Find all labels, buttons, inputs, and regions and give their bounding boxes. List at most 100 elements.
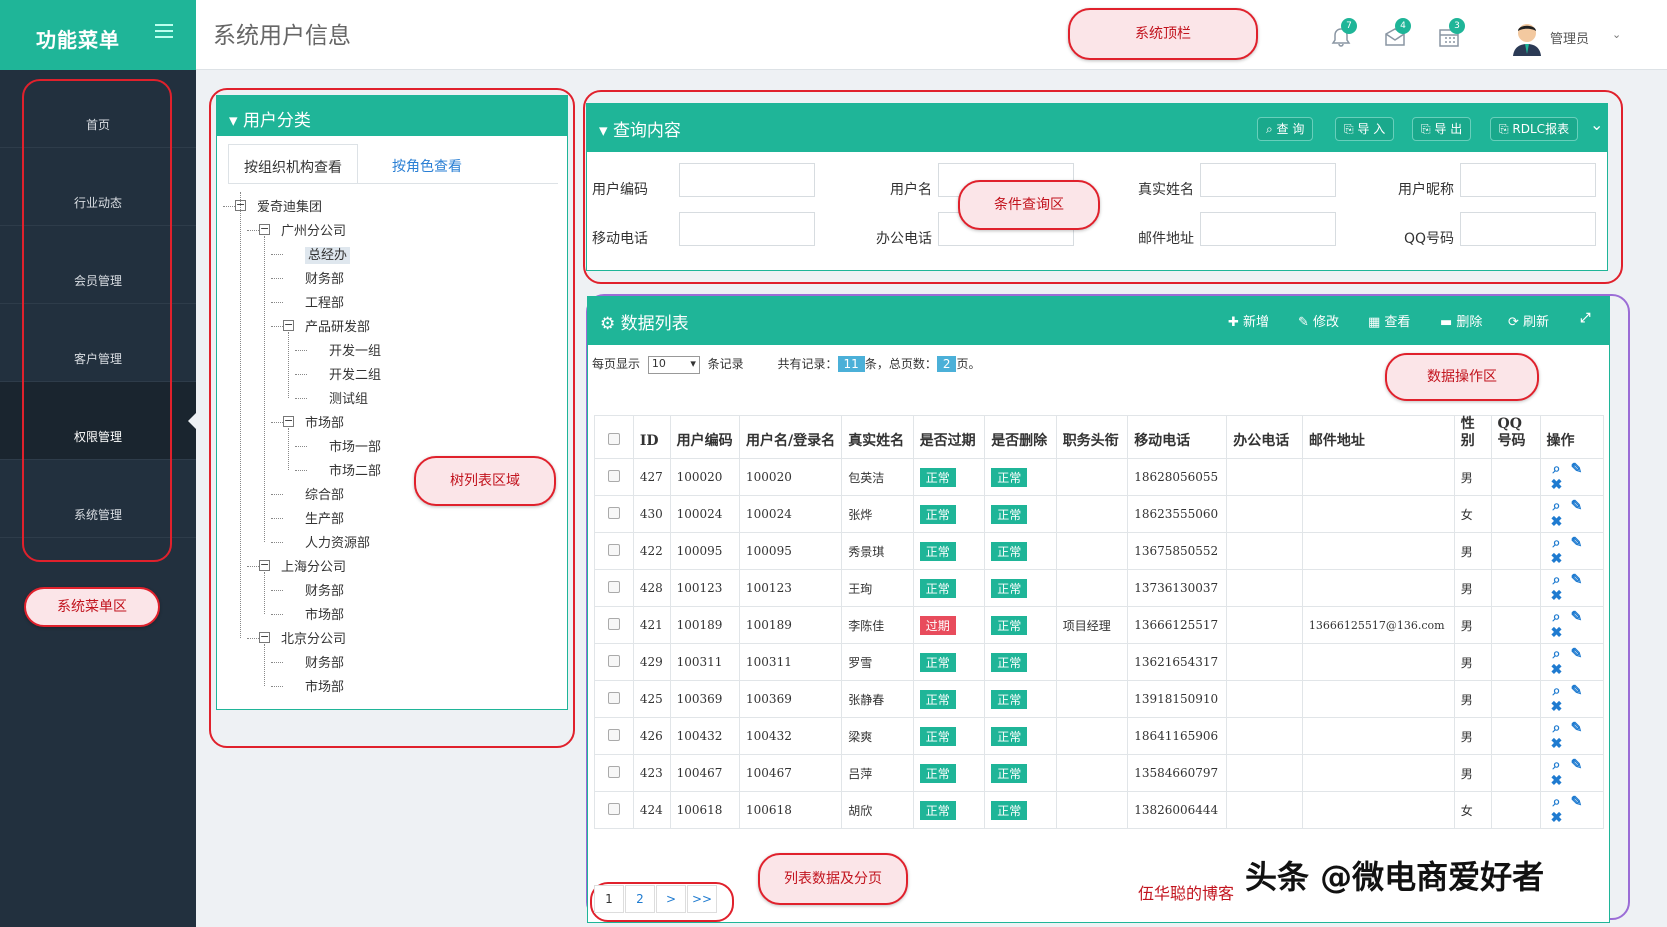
view-icon[interactable]: ⌕ (1547, 757, 1567, 773)
column-header[interactable]: 性别 (1453, 415, 1492, 459)
row-checkbox[interactable] (607, 728, 620, 741)
row-checkbox[interactable] (607, 654, 620, 667)
tree-node[interactable]: 市场部 (300, 604, 344, 624)
delete-icon[interactable]: ✖ (1547, 477, 1567, 493)
tree-node[interactable]: 爱奇迪集团 (252, 196, 322, 216)
column-header[interactable]: 职务头衔 (1055, 415, 1129, 459)
page-button-2[interactable]: > (656, 885, 686, 913)
edit-icon[interactable]: ✎ (1567, 683, 1587, 699)
edit-icon[interactable]: ✎ (1567, 609, 1587, 625)
query-input-6[interactable] (1200, 212, 1336, 246)
row-checkbox[interactable] (607, 802, 620, 815)
tree-node[interactable]: 产品研发部 (300, 316, 370, 336)
tree-node[interactable]: 上海分公司 (276, 556, 346, 576)
search-button[interactable]: ⌕ 查 询 (1257, 117, 1314, 141)
view-icon[interactable]: ⌕ (1547, 683, 1567, 699)
row-checkbox[interactable] (607, 469, 620, 482)
row-checkbox[interactable] (607, 506, 620, 519)
tab-by-role[interactable]: 按角色查看 (362, 144, 492, 184)
query-input-2[interactable] (1200, 163, 1336, 197)
column-header[interactable]: 操作 (1539, 415, 1605, 459)
tree-node[interactable]: 综合部 (300, 484, 344, 504)
view-icon[interactable]: ⌕ (1547, 609, 1567, 625)
table-row[interactable]: 422 100095 100095 秀景琪 正常 正常 13675850552 男 ⌕ ✎✖ (594, 532, 1605, 570)
column-header[interactable]: QQ号码 (1490, 415, 1541, 459)
table-row[interactable]: 430 100024 100024 张烨 正常 正常 18623555060 女 ⌕ ✎✖ (594, 495, 1605, 533)
view-icon[interactable]: ⌕ (1547, 794, 1567, 810)
delete-icon[interactable]: ✖ (1547, 662, 1567, 678)
table-row[interactable]: 423 100467 100467 吕萍 正常 正常 13584660797 男 ⌕ ✎✖ (594, 754, 1605, 792)
table-row[interactable]: 429 100311 100311 罗雪 正常 正常 13621654317 男 ⌕ ✎✖ (594, 643, 1605, 681)
collapse-toggle-icon[interactable]: − (259, 631, 270, 643)
query-input-3[interactable] (1460, 163, 1596, 197)
delete-icon[interactable]: ✖ (1547, 773, 1567, 789)
fullscreen-icon[interactable]: ⤢ (1580, 311, 1590, 326)
row-checkbox[interactable] (607, 765, 620, 778)
edit-icon[interactable]: ✎ (1567, 720, 1587, 736)
column-header[interactable]: 邮件地址 (1301, 415, 1455, 459)
collapse-toggle-icon[interactable]: − (283, 415, 294, 427)
view-icon[interactable]: ⌕ (1547, 646, 1567, 662)
table-row[interactable]: 428 100123 100123 王珣 正常 正常 13736130037 男 ⌕ ✎✖ (594, 569, 1605, 607)
tree-node[interactable]: 工程部 (300, 292, 344, 312)
edit-icon[interactable]: ✎ (1567, 461, 1587, 477)
delete-icon[interactable]: ✖ (1547, 810, 1567, 826)
delete-icon[interactable]: ✖ (1547, 514, 1567, 530)
page-button-3[interactable]: >> (687, 885, 717, 913)
edit-icon[interactable]: ✎ (1567, 535, 1587, 551)
column-header[interactable]: 真实姓名 (841, 415, 914, 459)
page-button-1[interactable]: 2 (625, 885, 655, 913)
tree-node[interactable]: 人力资源部 (300, 532, 370, 552)
tree-node[interactable]: 广州分公司 (276, 220, 346, 240)
delete-icon[interactable]: ✖ (1547, 588, 1567, 604)
query-input-4[interactable] (679, 212, 815, 246)
select-all-checkbox[interactable] (607, 433, 620, 445)
column-header[interactable]: 是否过期 (912, 415, 986, 459)
delete-icon[interactable]: ✖ (1547, 699, 1567, 715)
tree-node[interactable]: 测试组 (324, 388, 368, 408)
page-button-0[interactable]: 1 (594, 885, 624, 913)
column-header[interactable]: 办公电话 (1226, 415, 1303, 459)
edit-icon[interactable]: ✎ (1567, 498, 1587, 514)
edit-icon[interactable]: ✎ (1567, 794, 1587, 810)
table-row[interactable]: 421 100189 100189 李陈佳 过期 正常 项目经理 13666125517 136… (594, 606, 1605, 644)
collapse-chevron-icon[interactable]: ⌄ (1590, 115, 1603, 134)
tree-node[interactable]: 市场一部 (324, 436, 381, 456)
edit-icon[interactable]: ✎ (1567, 757, 1587, 773)
tree-node[interactable]: 北京分公司 (276, 628, 346, 648)
tree-node[interactable]: 生产部 (300, 508, 344, 528)
view-icon[interactable]: ⌕ (1547, 498, 1567, 514)
rdlc-report-button[interactable]: ⎘ RDLC报表 (1490, 117, 1579, 141)
table-row[interactable]: 425 100369 100369 张静春 正常 正常 13918150910 男 ⌕ ✎✖ (594, 680, 1605, 718)
view-icon[interactable]: ⌕ (1547, 461, 1567, 477)
tab-by-org[interactable]: 按组织机构查看 (228, 144, 358, 184)
query-input-7[interactable] (1460, 212, 1596, 246)
view-icon[interactable]: ⌕ (1547, 535, 1567, 551)
query-input-0[interactable] (679, 163, 815, 197)
row-checkbox[interactable] (607, 617, 620, 630)
delete-icon[interactable]: ✖ (1547, 625, 1567, 641)
table-row[interactable]: 427 100020 100020 包英洁 正常 正常 18628056055 男 ⌕ ✎✖ (594, 458, 1605, 496)
tree-node[interactable]: 市场二部 (324, 460, 381, 480)
delete-icon[interactable]: ✖ (1547, 736, 1567, 752)
collapse-toggle-icon[interactable]: − (259, 223, 270, 235)
export-button[interactable]: ⎘ 导 出 (1412, 117, 1472, 141)
delete-icon[interactable]: ✖ (1547, 551, 1567, 567)
edit-button[interactable]: ✎ 修改 (1298, 311, 1339, 330)
tree-node[interactable]: 总经办 (300, 244, 351, 264)
tree-node[interactable]: 开发二组 (324, 364, 381, 384)
import-button[interactable]: ⎘ 导 入 (1335, 117, 1395, 141)
column-header[interactable]: 用户名/登录名 (739, 415, 843, 459)
table-row[interactable]: 426 100432 100432 梁爽 正常 正常 18641165906 男 ⌕ ✎✖ (594, 717, 1605, 755)
column-header[interactable]: ID (632, 415, 671, 459)
row-checkbox[interactable] (607, 691, 620, 704)
tree-node[interactable]: 财务部 (300, 580, 344, 600)
user-menu[interactable]: 管理员 ⌄ (1510, 22, 1630, 56)
view-icon[interactable]: ⌕ (1547, 572, 1567, 588)
collapse-toggle-icon[interactable]: − (283, 319, 294, 331)
table-row[interactable]: 424 100618 100618 胡欣 正常 正常 13826006444 女 ⌕ ✎✖ (594, 791, 1605, 829)
tree-node[interactable]: 财务部 (300, 268, 344, 288)
row-checkbox[interactable] (607, 580, 620, 593)
tree-node[interactable]: 市场部 (300, 676, 344, 696)
hamburger-icon[interactable] (155, 24, 173, 38)
